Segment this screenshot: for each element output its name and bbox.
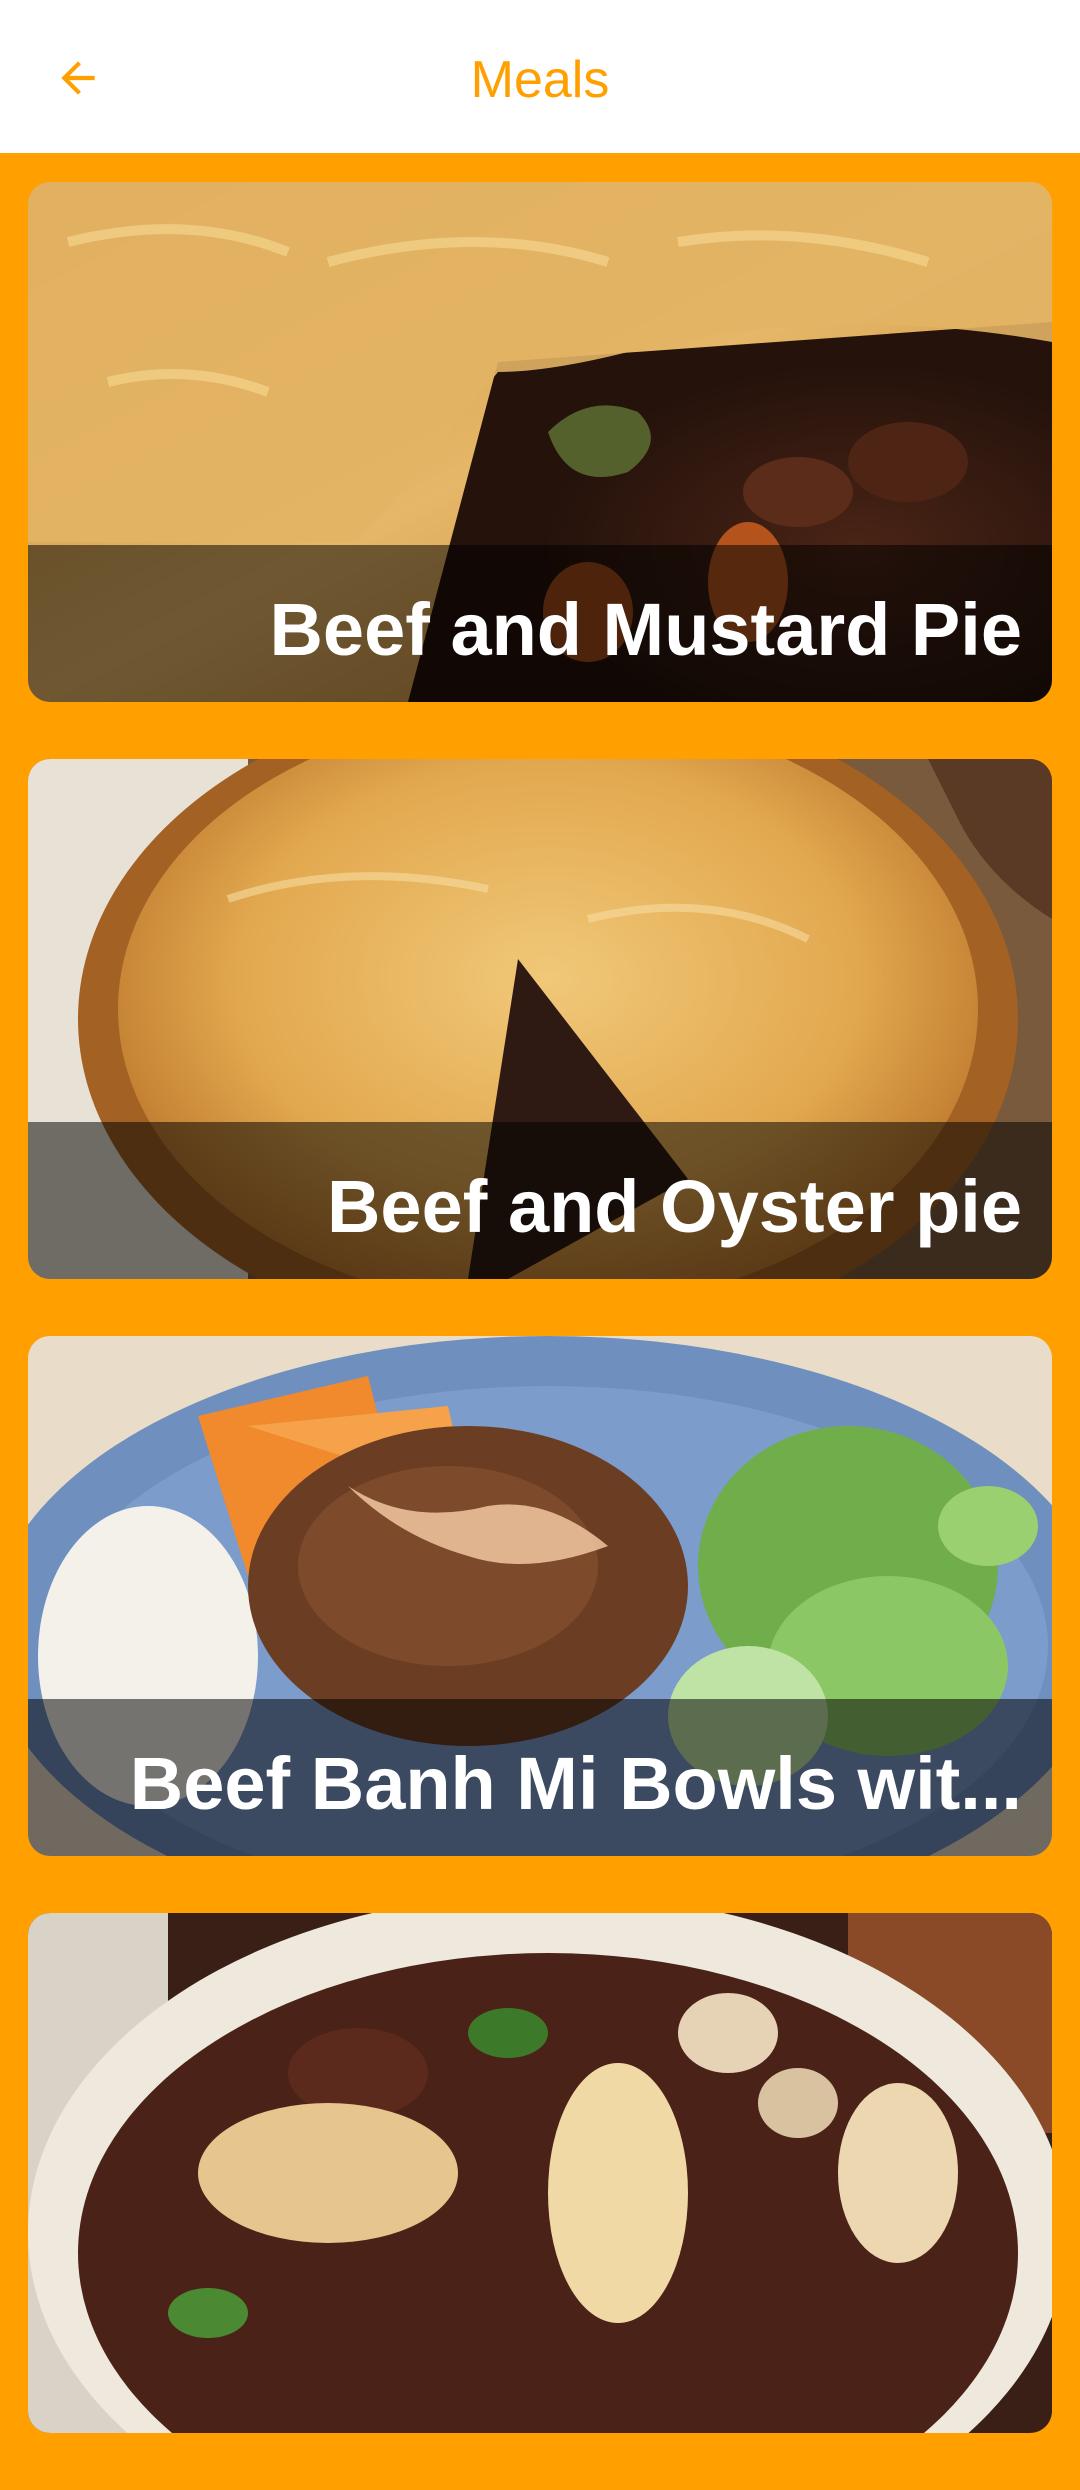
meal-title: Beef and Oyster pie — [326, 1165, 1022, 1248]
app-bar: Meals — [0, 0, 1080, 153]
page-title: Meals — [470, 51, 610, 109]
meal-card[interactable]: Beef and Oyster pie — [28, 759, 1052, 1279]
meal-title: Beef and Mustard Pie — [269, 588, 1022, 671]
meals-list[interactable]: Beef and Mustard Pie Beef and Oyster pie… — [28, 182, 1052, 2490]
meal-photo — [28, 1913, 1052, 2433]
meal-card[interactable]: Beef and Mustard Pie — [28, 182, 1052, 702]
meal-title: Beef Banh Mi Bowls wit... — [129, 1742, 1022, 1825]
meal-card[interactable] — [28, 1913, 1052, 2433]
meal-card[interactable]: Beef Banh Mi Bowls wit... — [28, 1336, 1052, 1856]
